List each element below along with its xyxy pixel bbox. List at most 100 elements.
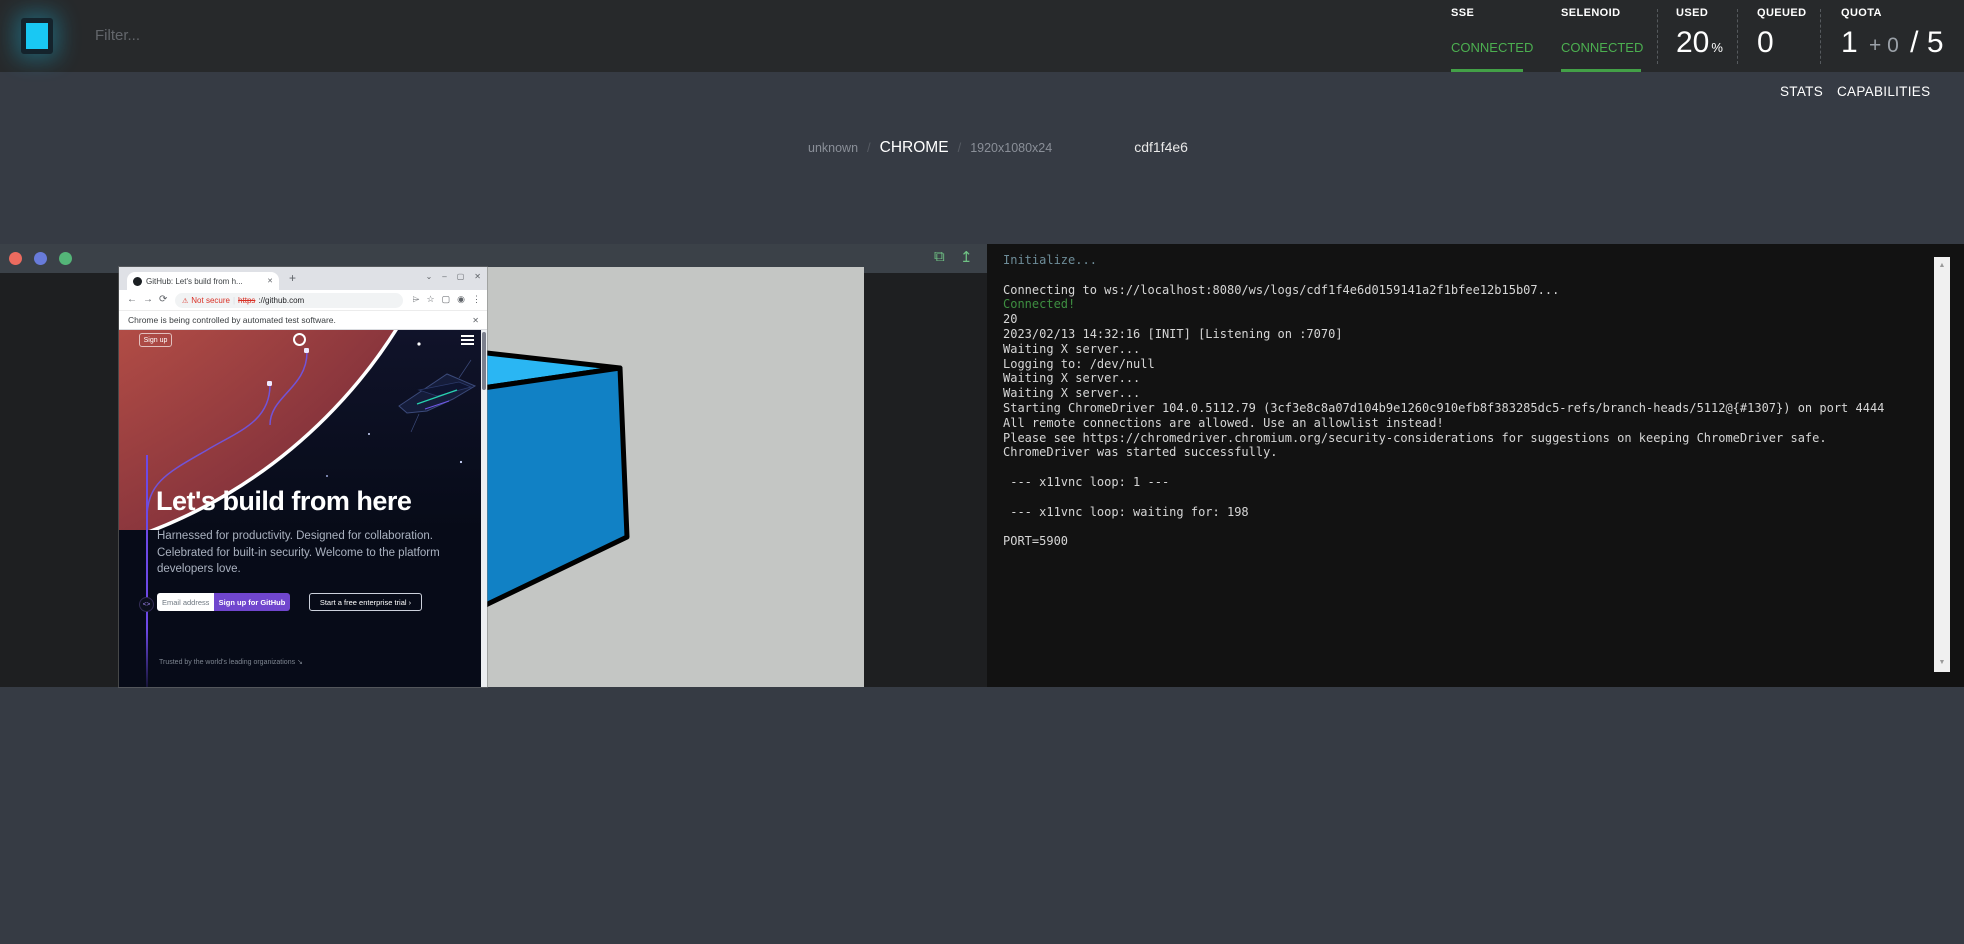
log-line: PORT=5900 [1003,534,1920,549]
github-email-field[interactable] [157,593,214,611]
tab-close-icon[interactable]: ✕ [267,277,273,285]
stat-selenoid-underline [1561,69,1641,72]
log-scrollbar[interactable]: ▲ ▼ [1934,257,1950,672]
session-separator: / [958,140,962,155]
stat-used-value: 20 [1676,26,1709,59]
stat-selenoid: SELENOID CONNECTED [1561,0,1657,72]
github-page: Sign up Let's build from here Harnessed … [119,330,487,687]
selenoid-ui-app: SSE CONNECTED SELENOID CONNECTED USED 20… [0,0,1964,944]
session-user: unknown [808,141,858,155]
stat-quota-current: 1 [1841,26,1858,59]
stat-sse-value: CONNECTED [1451,40,1533,55]
side-panel-icon[interactable]: ▢ [442,294,451,305]
stat-quota-pending: + 0 [1869,34,1899,57]
maximize-icon[interactable]: ▢ [457,272,465,281]
github-hero-subheading: Harnessed for productivity. Designed for… [157,528,452,578]
scroll-up-icon[interactable]: ▲ [1934,259,1950,273]
stat-queued: QUEUED 0 [1757,0,1819,72]
tab-stats[interactable]: STATS [1780,84,1823,99]
browser-scrollbar[interactable] [481,330,487,687]
url-scheme: https [238,296,255,305]
infobar-text: Chrome is being controlled by automated … [128,315,336,325]
stat-sse-underline [1451,69,1523,72]
stat-divider [1657,9,1658,64]
vnc-screen[interactable]: GitHub: Let's build from h... ✕ + ⌄ – ▢ … [119,267,864,687]
filter-input[interactable] [95,20,515,50]
github-logo-icon[interactable] [293,333,306,346]
session-row[interactable]: unknown / CHROME / 1920x1080x24 cdf1f4e6 [808,139,1188,157]
hamburger-menu-icon[interactable] [461,335,474,348]
close-icon[interactable]: ✕ [474,272,481,281]
stat-sse-label: SSE [1451,7,1474,19]
forward-icon[interactable]: → [143,294,153,305]
window-minimize-button[interactable] [34,252,47,265]
github-hero-heading: Let's build from here [156,486,411,517]
log-line: Connecting to ws://localhost:8080/ws/log… [1003,283,1920,298]
profile-avatar-icon[interactable]: ◉ [457,294,465,305]
tab-search-icon[interactable]: ⌄ [426,272,433,281]
session-id: cdf1f4e6 [1134,139,1188,155]
session-log-panel[interactable]: Initialize... Connecting to ws://localho… [987,244,1964,687]
chrome-toolbar: ← → ⟳ ⚠ Not secure | https ://github.com… [119,290,487,311]
warning-icon: ⚠ [182,297,188,305]
log-line: 20 [1003,312,1920,327]
log-output: Initialize... Connecting to ws://localho… [1003,253,1920,549]
stat-used: USED 20% [1676,0,1736,72]
stat-queued-label: QUEUED [1757,7,1806,19]
not-secure-label: Not secure [191,296,230,305]
stat-used-unit: % [1711,40,1723,55]
log-line [1003,268,1920,283]
stat-divider [1820,9,1821,64]
log-line [1003,460,1920,475]
copy-icon[interactable]: ⧉ [934,248,945,265]
github-trial-button[interactable]: Start a free enterprise trial › [309,593,422,611]
github-trusted-line: Trusted by the world's leading organizat… [159,658,303,666]
log-line: Starting ChromeDriver 104.0.5112.79 (3cf… [1003,401,1920,416]
github-favicon [133,277,142,286]
stat-divider [1737,9,1738,64]
session-separator: / [867,140,871,155]
new-tab-button[interactable]: + [289,271,296,285]
reload-icon[interactable]: ⟳ [159,294,167,305]
browser-scrollbar-thumb[interactable] [482,332,486,390]
log-line: --- x11vnc loop: waiting for: 198 [1003,505,1920,520]
github-signup-row: Sign up for GitHub Start a free enterpri… [157,593,422,611]
log-line: Connected! [1003,297,1920,312]
github-signup-button[interactable]: Sign up for GitHub [214,593,290,611]
window-close-button[interactable] [9,252,22,265]
url-text: ://github.com [258,296,304,305]
automation-infobar: Chrome is being controlled by automated … [119,311,487,330]
chrome-tabstrip: GitHub: Let's build from h... ✕ + ⌄ – ▢ … [119,267,487,290]
session-browser: CHROME [880,139,949,157]
chrome-tab[interactable]: GitHub: Let's build from h... ✕ [127,272,279,290]
minimize-icon[interactable]: – [442,272,446,281]
remote-chrome-window: GitHub: Let's build from h... ✕ + ⌄ – ▢ … [119,267,487,687]
github-signup-top-button[interactable]: Sign up [139,333,172,347]
url-bar[interactable]: ⚠ Not secure | https ://github.com [175,293,403,308]
log-line: Waiting X server... [1003,342,1920,357]
log-line: Waiting X server... [1003,386,1920,401]
upload-icon[interactable]: ↥ [960,248,973,266]
stat-quota-label: QUOTA [1841,7,1882,19]
log-line [1003,490,1920,505]
infobar-close-icon[interactable]: ✕ [472,311,479,330]
back-icon[interactable]: ← [127,294,137,305]
log-line: Please see https://chromedriver.chromium… [1003,431,1920,446]
session-resolution: 1920x1080x24 [970,141,1052,155]
log-line [1003,519,1920,534]
window-zoom-button[interactable] [59,252,72,265]
log-line: Waiting X server... [1003,371,1920,386]
stat-selenoid-label: SELENOID [1561,7,1620,19]
stat-used-label: USED [1676,7,1708,19]
log-line: 2023/02/13 14:32:16 [INIT] [Listening on… [1003,327,1920,342]
share-icon[interactable]: ⌲ [413,294,420,305]
scroll-down-icon[interactable]: ▼ [1934,656,1950,670]
menu-icon[interactable]: ⋮ [472,294,481,305]
tab-capabilities[interactable]: CAPABILITIES [1837,84,1930,99]
bookmark-star-icon[interactable]: ☆ [427,294,435,305]
app-logo[interactable] [21,18,53,54]
stat-queued-value: 0 [1757,26,1774,60]
url-divider: | [233,296,235,305]
chrome-tab-title: GitHub: Let's build from h... [146,277,263,286]
vnc-panel: ⧉ ↥ GitHub: Let's build from h... ✕ + [0,244,987,687]
